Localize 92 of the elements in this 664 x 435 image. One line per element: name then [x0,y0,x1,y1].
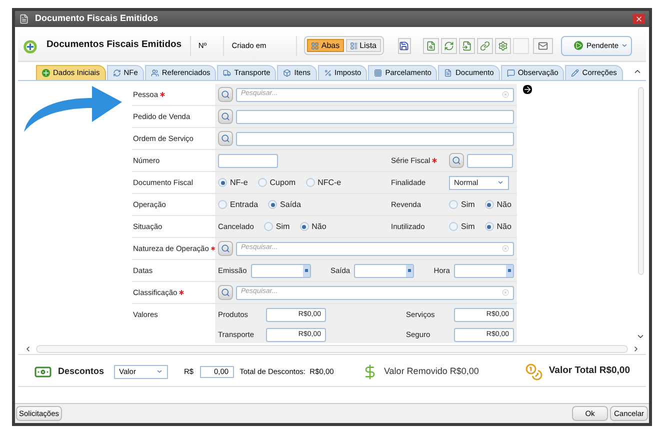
radio-button[interactable] [306,178,315,187]
list-icon [350,42,358,50]
radio-label: NFC-e [318,176,342,188]
settings-icon [498,40,508,50]
search-icon [221,90,230,99]
search-icon [221,134,230,143]
search-button[interactable] [218,87,233,102]
search-button[interactable] [218,285,233,300]
radio-button[interactable] [484,200,494,209]
search-button[interactable] [218,131,233,146]
removed-value-text: Valor Removido R$0,00 [384,364,479,378]
link-icon [480,40,490,50]
radio-button[interactable] [218,200,227,209]
total-value-text: Valor Total R$0,00 [548,364,630,378]
scroll-left-icon[interactable] [24,344,32,352]
tab-icon [150,69,159,77]
radio-button[interactable] [268,200,278,209]
refresh-icon [444,40,454,50]
tab-icon [223,69,232,77]
toolbar-button[interactable] [477,38,494,54]
toolbar-button[interactable] [423,38,440,54]
tab-icon [112,69,121,77]
radio-label: NF-e [230,176,248,188]
radio-button[interactable] [449,222,458,231]
tab-icon [42,69,50,77]
radio-button[interactable] [484,222,494,231]
input-field[interactable] [467,154,513,168]
tab-icon [374,69,382,77]
document-search-icon [426,40,436,50]
search-icon [221,288,230,297]
input-field[interactable] [250,264,311,278]
module-title: Documentos Fiscais Emitidos [46,38,182,52]
radio-label: Sim [461,198,475,210]
import-icon [462,40,472,50]
radio-label: Não [312,220,326,232]
toolbar-button[interactable] [495,38,512,54]
calendar-button[interactable] [506,264,513,276]
view-tab[interactable]: Lista [346,39,381,52]
vertical-scrollbar[interactable] [638,87,644,275]
coins-icon [524,362,543,380]
tab-icon [506,69,515,77]
radio-button[interactable] [218,178,227,187]
search-button[interactable] [218,241,233,256]
radio-label: Saída [280,198,301,210]
toolbar-button[interactable] [441,38,458,54]
search-icon [221,244,230,253]
calendar-button[interactable] [302,264,310,276]
radio-label: Não [496,198,512,210]
search-icon [221,112,230,121]
caret-icon [497,179,504,186]
scroll-right-icon[interactable] [632,344,640,352]
tab-icon [571,69,580,77]
radio-label: Cupom [270,176,296,188]
scroll-down-icon[interactable] [636,332,645,341]
radio-button[interactable] [258,178,267,187]
input-field[interactable] [236,110,514,124]
horizontal-scrollbar[interactable] [36,344,628,352]
input-field[interactable] [218,154,278,168]
mail-button[interactable] [533,38,554,54]
tab-icon [283,69,292,77]
window-icon [19,14,29,24]
close-button[interactable] [633,14,645,24]
input-field[interactable] [454,264,514,278]
tab-icon [324,69,332,77]
window-title: Documento Fiscais Emitidos [35,12,160,26]
expand-icon[interactable] [523,85,532,94]
search-icon [452,156,461,165]
caret-icon [621,42,628,49]
tab-icon [444,69,452,77]
tabs-icon [311,42,320,50]
mail-icon [538,40,548,50]
radio-label: Sim [276,220,290,232]
scroll-up-icon[interactable] [633,67,642,76]
save-icon [399,40,410,50]
calendar-button[interactable] [406,264,414,276]
search-button[interactable] [218,109,233,124]
radio-label: Sim [461,220,475,232]
close-icon [635,15,643,23]
play-icon [574,41,584,50]
save-button[interactable] [398,38,412,54]
discounts-label: Descontos [58,364,104,378]
radio-button[interactable] [300,222,309,231]
caret-icon [156,368,164,375]
view-tab[interactable]: Abas [307,39,344,52]
search-button[interactable] [449,153,464,168]
input-field[interactable] [236,132,514,146]
toolbar-button[interactable] [459,38,476,54]
radio-label: Não [496,220,512,232]
input-field[interactable] [354,264,414,278]
radio-label: Entrada [230,198,258,210]
radio-button[interactable] [264,222,273,231]
radio-button[interactable] [449,200,458,209]
